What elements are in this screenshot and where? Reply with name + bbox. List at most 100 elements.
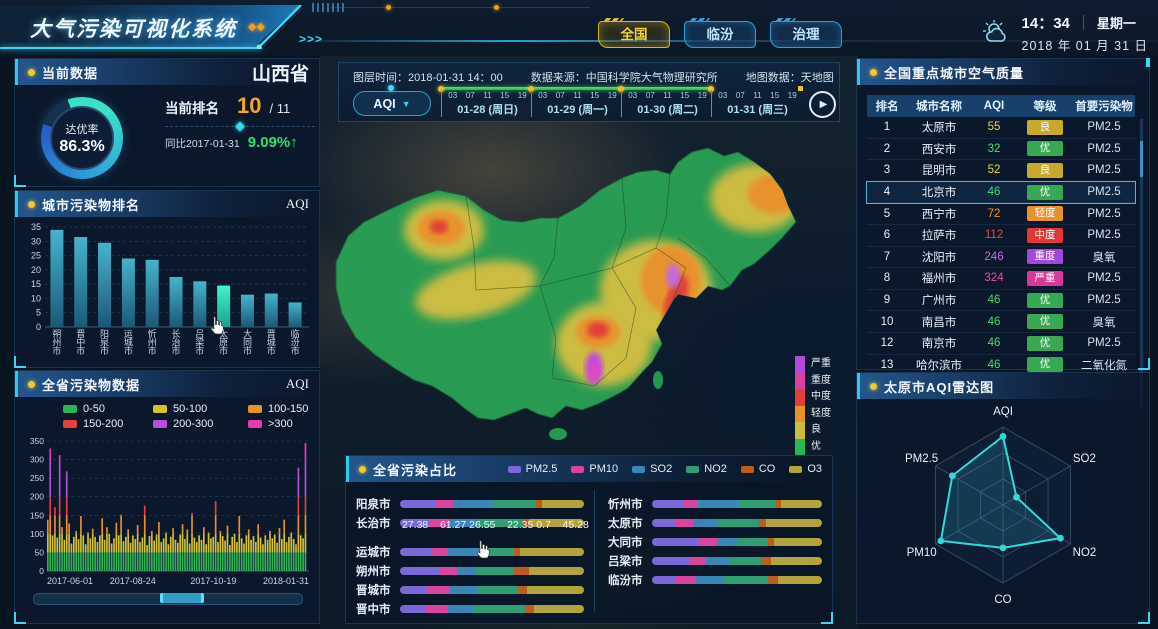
city-bar-太原市[interactable] [217, 286, 230, 327]
timeline-day-01-31[interactable]: 030711151901-31 (周三) [711, 90, 801, 117]
city-bar-阳泉市[interactable] [98, 243, 111, 327]
share-row-阳泉市[interactable]: 阳泉市 [356, 494, 584, 513]
svg-text:150: 150 [30, 510, 44, 520]
share-row-忻州市[interactable]: 忻州市 [608, 494, 822, 513]
table-row-南京市[interactable]: 12南京市46优PM2.5 [867, 333, 1135, 355]
share-stacked-bar[interactable] [400, 567, 584, 575]
legend-swatch [795, 422, 805, 439]
rank-cell: 9 [867, 294, 907, 306]
rank-block: 当前排名 10 / 11 同比2017-01-31 9.09%↑ [165, 93, 315, 151]
legend-item-O3: O3 [789, 463, 822, 475]
table-row-沈阳市[interactable]: 7沈阳市246重度臭氧 [867, 247, 1135, 269]
city-bar-晋中市[interactable] [74, 237, 87, 327]
nav-button-临汾[interactable]: 临汾 [684, 21, 756, 48]
city-bar-忻州市[interactable] [146, 260, 159, 327]
bar-segment-NO2 [737, 538, 768, 546]
svg-text:50: 50 [35, 547, 45, 557]
city-cell: 昆明市 [907, 162, 971, 178]
time-range-slider[interactable] [33, 593, 303, 605]
table-row-西安市[interactable]: 2西安市32优PM2.5 [867, 139, 1135, 161]
table-row-南昌市[interactable]: 10南昌市46优臭氧 [867, 311, 1135, 333]
share-row-label: 大同市 [608, 534, 652, 550]
share-row-运城市[interactable]: 运城市 [356, 542, 584, 561]
bar-segment-CO [514, 567, 529, 575]
legend-label: 严重 [811, 356, 831, 373]
table-header: 排名城市名称AQI等级首要污染物 [867, 95, 1135, 117]
share-row-label: 吕梁市 [608, 553, 652, 569]
table-row-太原市[interactable]: 1太原市55良PM2.5 [867, 117, 1135, 139]
share-row-朔州市[interactable]: 朔州市 [356, 561, 584, 580]
corner-accent [14, 175, 26, 187]
share-row-晋中市[interactable]: 晋中市 [356, 599, 584, 618]
timeline: 030711151901-28 (周日)030711151901-29 (周一)… [441, 87, 801, 119]
table-row-北京市[interactable]: 4北京市46优PM2.5 [867, 182, 1135, 204]
city-bar-长治市[interactable] [170, 277, 183, 327]
city-cell: 西宁市 [907, 206, 971, 222]
aqi-cell: 46 [971, 316, 1017, 328]
logo-underline [0, 47, 262, 49]
bar-segment-NO2 [730, 557, 761, 565]
timeline-day-01-30[interactable]: 030711151901-30 (周二) [621, 90, 711, 117]
share-stacked-bar[interactable] [652, 557, 822, 565]
bar-segment-SO2 [453, 500, 493, 508]
nav-button-治理[interactable]: 治理 [770, 21, 842, 48]
bar-segment-CO [525, 605, 534, 613]
radar-axis-PM2.5: PM2.5 [905, 453, 938, 465]
metric-select[interactable]: AQI ▼ [353, 91, 431, 116]
bar-segment-PM10 [689, 557, 706, 565]
svg-text:10: 10 [31, 293, 41, 303]
city-bar-吕梁市[interactable] [193, 281, 206, 327]
gauge-label: 达优率 [66, 121, 99, 137]
bar-segment-PM10 [676, 519, 693, 527]
share-stacked-bar[interactable] [400, 605, 584, 613]
share-stacked-bar[interactable] [652, 538, 822, 546]
timeline-day-01-29[interactable]: 030711151901-29 (周一) [531, 90, 621, 117]
table-row-拉萨市[interactable]: 6拉萨市112中度PM2.5 [867, 225, 1135, 247]
share-stacked-bar[interactable] [652, 576, 822, 584]
table-row-广州市[interactable]: 9广州市46优PM2.5 [867, 290, 1135, 312]
city-bar-大同市[interactable] [241, 295, 254, 327]
bar-segment-SO2 [706, 557, 730, 565]
table-row-昆明市[interactable]: 3昆明市52良PM2.5 [867, 160, 1135, 182]
svg-text:25: 25 [31, 251, 41, 261]
metric-select-indicator [388, 85, 394, 91]
level-badge: 重度 [1027, 249, 1063, 264]
bar-segment-PM2.5 [652, 519, 676, 527]
bar-segment-CO [759, 519, 766, 527]
share-stacked-bar[interactable] [652, 500, 822, 508]
corner-accent [14, 356, 26, 368]
legend-item-CO: CO [741, 463, 776, 475]
city-cell: 南昌市 [907, 314, 971, 330]
city-bar-朔州市[interactable] [50, 230, 63, 327]
city-bar-晋城市[interactable] [265, 294, 278, 327]
city-bar-运城市[interactable] [122, 258, 135, 327]
share-row-临汾市[interactable]: 临汾市 [608, 570, 822, 589]
radar-title: 太原市AQI雷达图 [884, 377, 994, 396]
table-row-福州市[interactable]: 8福州市324严重PM2.5 [867, 268, 1135, 290]
share-row-大同市[interactable]: 大同市 [608, 532, 822, 551]
bar-segment-CO [768, 538, 775, 546]
share-stacked-bar[interactable] [400, 548, 584, 556]
bar-segment-O3 [527, 586, 584, 594]
bar-segment-PM2.5 [400, 586, 428, 594]
share-stacked-bar[interactable] [400, 500, 584, 508]
table-row-西宁市[interactable]: 5西宁市72轻度PM2.5 [867, 203, 1135, 225]
data-source-text: 数据来源：中国科学院大气物理研究所 [531, 69, 718, 85]
bar-segment-SO2 [448, 605, 474, 613]
play-button[interactable]: ▶ [809, 91, 836, 118]
column-header-排名: 排名 [867, 98, 907, 114]
scrollbar-thumb[interactable] [1140, 141, 1143, 177]
share-row-吕梁市[interactable]: 吕梁市 [608, 551, 822, 570]
city-bar-临汾市[interactable] [289, 302, 302, 327]
share-row-晋城市[interactable]: 晋城市 [356, 580, 584, 599]
bar-segment-PM10 [683, 500, 698, 508]
timeline-day-01-28[interactable]: 030711151901-28 (周日) [441, 90, 531, 117]
legend-swatch [795, 356, 805, 373]
share-row-太原市[interactable]: 太原市 [608, 513, 822, 532]
timeline-hours: 0307111519 [534, 91, 621, 100]
corner-accent [1138, 358, 1150, 370]
share-stacked-bar[interactable] [400, 586, 584, 594]
nav-button-全国[interactable]: 全国 [598, 21, 670, 48]
slider-thumb[interactable] [160, 593, 204, 603]
share-stacked-bar[interactable] [652, 519, 822, 527]
